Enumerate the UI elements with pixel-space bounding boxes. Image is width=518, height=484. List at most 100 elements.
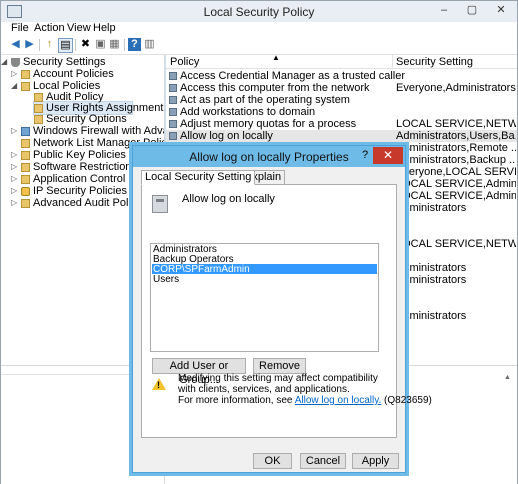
security-setting-cell: Administrators,Backup ... bbox=[396, 154, 516, 166]
expander-icon[interactable]: ▷ bbox=[11, 162, 17, 171]
list-item-user[interactable]: Users bbox=[153, 274, 179, 285]
security-setting-cell: Administrators bbox=[396, 262, 467, 274]
security-setting-cell: Everyone,Administrators... bbox=[396, 82, 516, 94]
folder-icon bbox=[34, 104, 43, 113]
menu-file[interactable]: File bbox=[11, 22, 29, 34]
warning-text: Modifying this setting may affect compat… bbox=[178, 373, 378, 395]
folder-icon bbox=[21, 70, 30, 79]
back-icon[interactable]: ◀ bbox=[9, 38, 22, 51]
policy-icon bbox=[169, 108, 177, 116]
more-info-link[interactable]: Allow log on locally. bbox=[295, 395, 382, 406]
table-row[interactable]: Allow log on locally Administrators,Users… bbox=[166, 130, 517, 142]
help-icon[interactable]: ? bbox=[128, 38, 141, 51]
policy-name-cell: Access Credential Manager as a trusted c… bbox=[180, 70, 405, 82]
policy-name-cell: Access this computer from the network bbox=[180, 82, 370, 94]
tree-item-label: Account Policies bbox=[33, 68, 114, 80]
tree-item-label: Windows Firewall with Advanced Sec bbox=[33, 125, 164, 137]
security-setting-cell: LOCAL SERVICE,NETWO... bbox=[396, 238, 516, 250]
toolbar-separator bbox=[75, 39, 76, 51]
server-policy-icon bbox=[152, 195, 168, 213]
dialog-help-button[interactable]: ? bbox=[358, 149, 372, 162]
column-divider[interactable] bbox=[392, 55, 393, 68]
delete-icon[interactable]: ✖ bbox=[79, 38, 92, 51]
folder-icon bbox=[34, 115, 43, 124]
tab-panel: Allow log on locally Administrators Back… bbox=[141, 184, 432, 438]
policy-icon bbox=[169, 120, 177, 128]
tree-item-label: Security Settings bbox=[23, 56, 106, 68]
policy-name: Allow log on locally bbox=[182, 193, 275, 205]
column-header-security-setting[interactable]: Security Setting bbox=[396, 56, 473, 68]
dialog-title-bar[interactable]: Allow log on locally Properties ? ✕ bbox=[133, 146, 405, 167]
cancel-button[interactable]: Cancel bbox=[300, 453, 346, 469]
more-info-prefix: For more information, see bbox=[178, 395, 295, 406]
properties-dialog: Allow log on locally Properties ? ✕ Loca… bbox=[132, 145, 432, 473]
table-row[interactable]: Access Credential Manager as a trusted c… bbox=[166, 70, 517, 82]
security-setting-cell: LOCAL SERVICE,NETWO... bbox=[396, 118, 516, 130]
expander-icon[interactable]: ◢ bbox=[11, 81, 17, 90]
mmc-icon[interactable]: ▥ bbox=[143, 38, 156, 51]
security-setting-cell: Administrators bbox=[396, 274, 467, 286]
table-row[interactable]: Add workstations to domain bbox=[166, 106, 517, 118]
menu-view[interactable]: View bbox=[67, 22, 91, 34]
forward-icon[interactable]: ▶ bbox=[23, 38, 36, 51]
table-row[interactable]: Adjust memory quotas for a process LOCAL … bbox=[166, 118, 517, 130]
expander-icon[interactable]: ▷ bbox=[11, 198, 17, 207]
more-info-text: For more information, see Allow log on l… bbox=[178, 395, 432, 406]
security-setting-cell: LOCAL SERVICE,Admini... bbox=[396, 190, 516, 202]
tab-local-security-setting[interactable]: Local Security Setting bbox=[141, 170, 256, 185]
warning-mark: ! bbox=[157, 380, 160, 390]
security-setting-cell: Administrators,Users,Ba... bbox=[396, 130, 516, 142]
tree-item-label: Security Options bbox=[46, 113, 127, 125]
list-header: Policy ▲ Security Setting bbox=[166, 55, 517, 69]
table-row[interactable]: Act as part of the operating system bbox=[166, 94, 517, 106]
more-info-suffix: (Q823659) bbox=[381, 395, 432, 406]
minimize-button[interactable]: – bbox=[431, 1, 457, 20]
security-setting-cell: Administrators bbox=[396, 202, 467, 214]
menu-bar: File Action View Help bbox=[1, 22, 517, 36]
dialog-close-button[interactable]: ✕ bbox=[373, 147, 403, 164]
up-folder-icon[interactable]: ↑ bbox=[43, 38, 56, 51]
scroll-up-icon[interactable]: ▲ bbox=[504, 374, 511, 381]
sort-ascending-icon: ▲ bbox=[272, 55, 280, 62]
tree-item-label: Public Key Policies bbox=[33, 149, 126, 161]
apply-button[interactable]: Apply bbox=[352, 453, 399, 469]
menu-help[interactable]: Help bbox=[93, 22, 116, 34]
export-list-icon[interactable]: ▦ bbox=[108, 38, 121, 51]
user-group-list[interactable]: Administrators Backup Operators CORP\SPF… bbox=[150, 243, 379, 352]
add-user-or-group-button[interactable]: Add User or Group... bbox=[152, 358, 246, 386]
toolbar-separator bbox=[124, 39, 125, 51]
ok-button[interactable]: OK bbox=[253, 453, 292, 469]
policy-icon bbox=[169, 84, 177, 92]
folder-icon bbox=[21, 151, 30, 160]
menu-action[interactable]: Action bbox=[34, 22, 65, 34]
security-setting-cell: LOCAL SERVICE,Admini... bbox=[396, 178, 516, 190]
lock-icon bbox=[21, 187, 30, 196]
toolbar: ◀ ▶ ↑ ▤ ✖ ▣ ▦ ? ▥ bbox=[1, 36, 517, 55]
column-header-policy[interactable]: Policy bbox=[170, 56, 199, 68]
policy-icon bbox=[169, 96, 177, 104]
folder-icon bbox=[21, 199, 30, 208]
expander-icon[interactable]: ▷ bbox=[11, 174, 17, 183]
policy-name-cell: Act as part of the operating system bbox=[180, 94, 350, 106]
maximize-button[interactable]: ▢ bbox=[459, 1, 485, 20]
policy-name-cell: Allow log on locally bbox=[180, 130, 273, 142]
expander-icon[interactable]: ▷ bbox=[11, 126, 17, 135]
security-setting-cell: Administrators,Remote ... bbox=[396, 142, 516, 154]
folder-icon bbox=[21, 175, 30, 184]
remove-button[interactable]: Remove bbox=[253, 358, 306, 374]
properties-icon[interactable]: ▣ bbox=[94, 38, 107, 51]
folder-icon bbox=[21, 139, 30, 148]
policy-name-cell: Add workstations to domain bbox=[180, 106, 316, 118]
expander-icon[interactable]: ▷ bbox=[11, 150, 17, 159]
policy-icon bbox=[169, 72, 177, 80]
expander-icon[interactable]: ▷ bbox=[11, 186, 17, 195]
table-row[interactable]: Access this computer from the network Eve… bbox=[166, 82, 517, 94]
title-bar[interactable]: Local Security Policy – ▢ ✕ bbox=[1, 1, 517, 22]
security-setting-cell: Everyone,LOCAL SERVIC... bbox=[396, 166, 516, 178]
show-hide-tree-icon[interactable]: ▤ bbox=[58, 38, 73, 53]
firewall-icon bbox=[21, 127, 30, 136]
expander-icon[interactable]: ◢ bbox=[1, 57, 7, 66]
expander-icon[interactable]: ▷ bbox=[11, 69, 17, 78]
close-button[interactable]: ✕ bbox=[487, 1, 515, 20]
toolbar-separator bbox=[39, 39, 40, 51]
